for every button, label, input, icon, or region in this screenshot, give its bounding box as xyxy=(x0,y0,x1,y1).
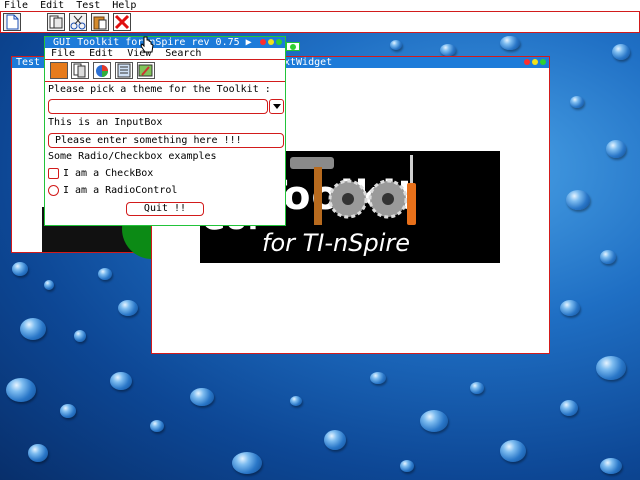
maximize-dot-icon[interactable] xyxy=(540,59,546,65)
toolkit-dialog[interactable]: GUI Toolkit for nSpire rev 0.75 ▶ File E… xyxy=(44,36,286,226)
menu-help[interactable]: Help xyxy=(112,0,136,11)
theme-dropdown-button[interactable] xyxy=(269,99,284,114)
cut-icon[interactable] xyxy=(69,13,87,31)
quit-button-label: Quit !! xyxy=(143,203,187,214)
minimize-dot-icon[interactable] xyxy=(532,59,538,65)
window-controls xyxy=(524,59,546,65)
menu-file[interactable]: File xyxy=(4,0,28,11)
image-edit-icon[interactable] xyxy=(137,62,155,79)
pages-icon[interactable] xyxy=(71,62,89,79)
dialog-menu-file[interactable]: File xyxy=(51,48,75,59)
hand-cursor-icon xyxy=(140,36,154,53)
close-icon[interactable] xyxy=(113,13,131,31)
checkbox-label[interactable]: I am a CheckBox xyxy=(63,168,153,179)
theme-prompt: Please pick a theme for the Toolkit : xyxy=(48,84,271,95)
examples-label: Some Radio/Checkbox examples xyxy=(48,151,217,162)
orange-square-icon[interactable] xyxy=(50,62,68,79)
radio-label[interactable]: I am a RadioControl xyxy=(63,185,177,196)
app-menubar: File Edit Test Help xyxy=(0,0,640,11)
quit-button[interactable]: Quit !! xyxy=(126,202,204,216)
close-dot-icon[interactable] xyxy=(524,59,530,65)
dialog-menu-search[interactable]: Search xyxy=(165,48,201,59)
inputbox-field[interactable]: Please enter something here !!! xyxy=(48,133,284,148)
inputbox-label: This is an InputBox xyxy=(48,117,163,128)
radio-control[interactable] xyxy=(48,185,59,196)
pie-chart-icon[interactable] xyxy=(93,62,111,79)
page-icon[interactable] xyxy=(47,13,65,31)
close-dot-icon[interactable] xyxy=(260,39,266,45)
minimize-dot-icon[interactable] xyxy=(268,39,274,45)
app-toolbar xyxy=(0,11,640,33)
menu-test[interactable]: Test xyxy=(76,0,100,11)
dialog-menubar: File Edit View Search xyxy=(45,48,285,60)
dialog-titlebar[interactable]: GUI Toolkit for nSpire rev 0.75 ▶ xyxy=(45,37,285,48)
theme-select[interactable] xyxy=(48,99,268,114)
gears-and-tools-icon xyxy=(290,155,416,225)
maximize-dot-icon[interactable] xyxy=(276,39,282,45)
maximize-dot-icon xyxy=(290,44,296,50)
menu-edit[interactable]: Edit xyxy=(40,0,64,11)
list-icon[interactable] xyxy=(115,62,133,79)
chevron-down-icon xyxy=(273,104,281,109)
window-edge xyxy=(286,42,300,51)
logo-subtitle: for TI-nSpire xyxy=(262,229,411,257)
checkbox[interactable] xyxy=(48,168,59,179)
dialog-menu-edit[interactable]: Edit xyxy=(89,48,113,59)
test-window-title: Test xyxy=(16,57,41,68)
dialog-window-controls xyxy=(260,39,282,45)
document-icon[interactable] xyxy=(3,13,21,31)
inputbox-placeholder: Please enter something here !!! xyxy=(55,135,242,146)
text-widget-title: xtWidget xyxy=(284,57,333,68)
paste-icon[interactable] xyxy=(91,13,109,31)
dialog-toolbar xyxy=(45,60,285,82)
